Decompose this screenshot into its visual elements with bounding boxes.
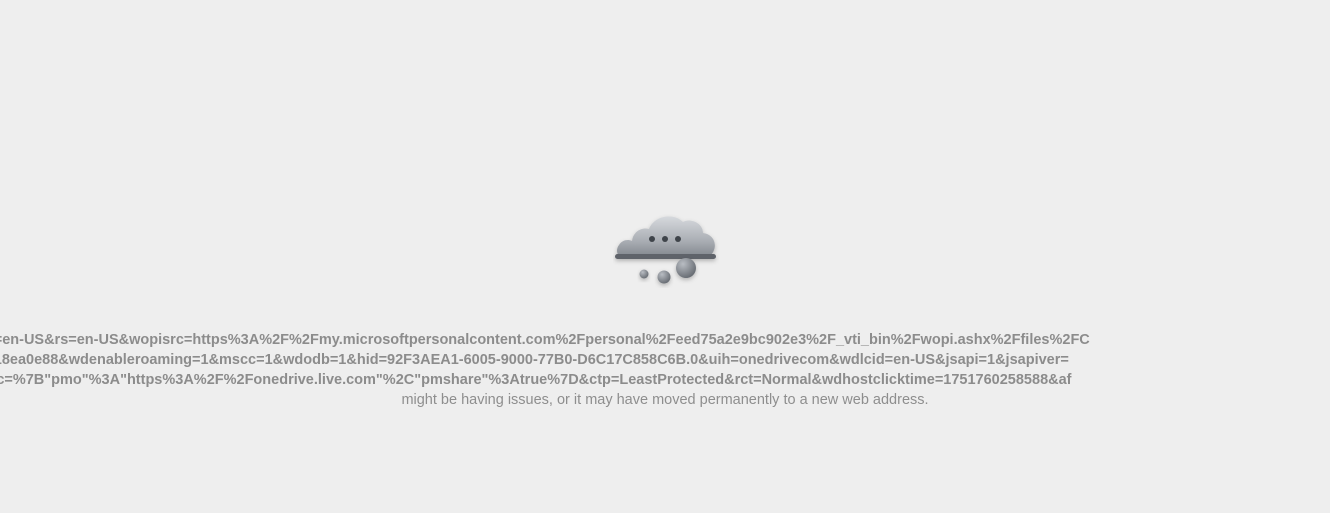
error-url-line-1: m/we/wordeditorframe.aspx?ui=en-US&rs=en… [0, 332, 1090, 348]
error-url-line-3: &hch=1&hwfh=1&dchat=1&sc=%7B"pmo"%3A"htt… [0, 372, 1072, 388]
error-page: m/we/wordeditorframe.aspx?ui=en-US&rs=en… [0, 0, 1330, 513]
error-message: m/we/wordeditorframe.aspx?ui=en-US&rs=en… [0, 330, 1330, 410]
error-url-line-2: 97f331-9655-4b13-936f-d97b18ea0e88&wdena… [0, 352, 1069, 368]
cloud-thinking-icon [613, 208, 719, 288]
error-message-text: might be having issues, or it may have m… [401, 392, 929, 408]
